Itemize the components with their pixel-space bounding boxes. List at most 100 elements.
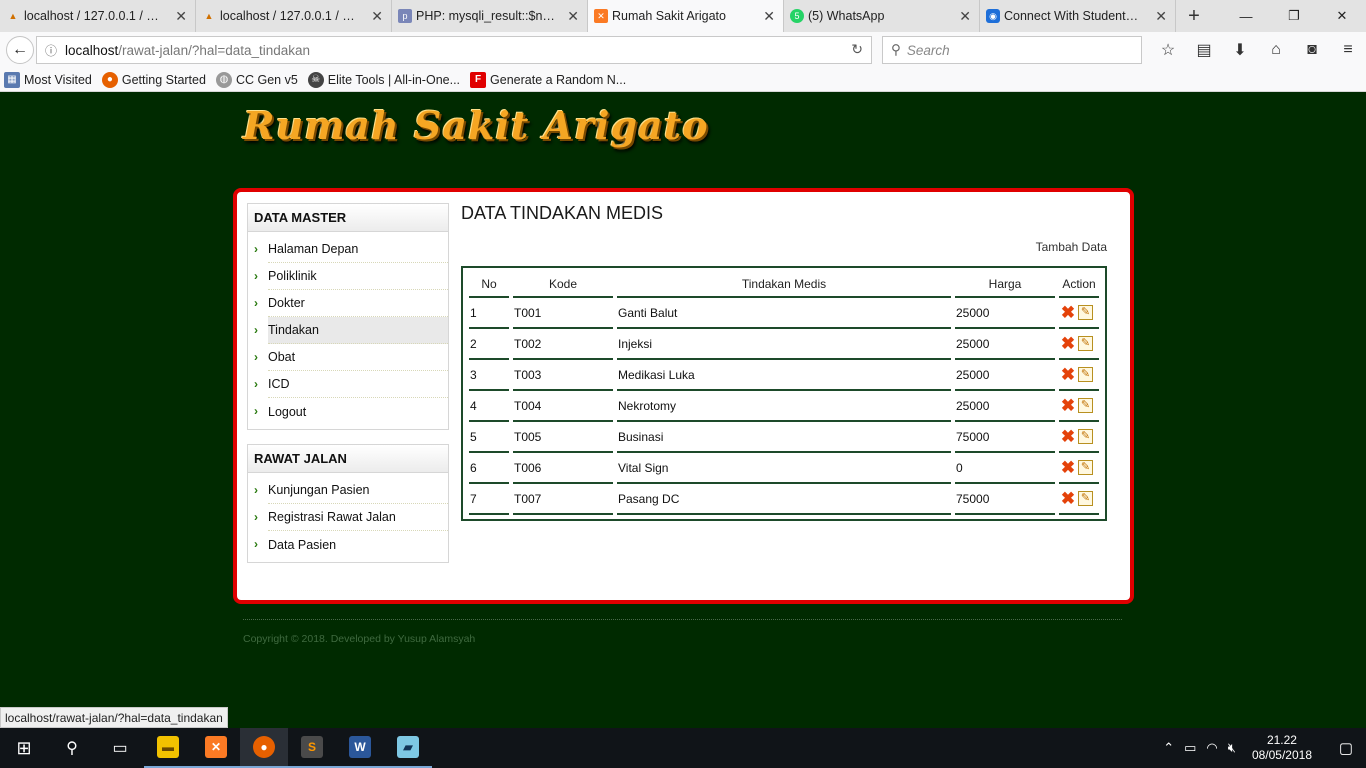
chevron-right-icon: › [254, 377, 258, 391]
chevron-up-icon[interactable]: ⌃ [1163, 740, 1174, 756]
close-icon[interactable]: ✕ [175, 8, 187, 25]
browser-tab[interactable]: ◉ Connect With Student… ✕ [980, 0, 1176, 32]
sidebar-item-logout[interactable]: › Logout [254, 398, 448, 425]
sidebar-item-label: Data Pasien [268, 537, 337, 552]
cell-kode: T006 [513, 453, 613, 484]
pocket-icon[interactable]: ◙ [1294, 32, 1330, 68]
reading-list-icon[interactable]: ▤ [1186, 32, 1222, 68]
bookmark-label: Most Visited [24, 72, 92, 87]
delete-icon[interactable]: ✖ [1060, 459, 1076, 476]
new-tab-button[interactable]: + [1176, 0, 1212, 32]
bookmark-item[interactable]: F Generate a Random N... [470, 71, 626, 88]
taskbar-sublime[interactable]: S [288, 728, 336, 768]
clock[interactable]: 21.22 08/05/2018 [1252, 733, 1312, 763]
search-input[interactable]: ⚲ Search [882, 36, 1142, 64]
minimize-icon[interactable]: — [1222, 0, 1270, 32]
cell-no: 1 [469, 298, 509, 329]
bookmark-item[interactable]: ☠ Elite Tools | All-in-One... [307, 71, 461, 88]
close-icon[interactable]: ✕ [567, 8, 579, 25]
bookmark-star-icon[interactable]: ☆ [1150, 32, 1186, 68]
cell-harga: 25000 [955, 298, 1055, 329]
url-path: /rawat-jalan/?hal=data_tindakan [118, 42, 311, 58]
column-header-no: No [469, 272, 509, 298]
taskbar-explorer[interactable]: ▬ [144, 728, 192, 768]
info-icon[interactable]: ⓘ [37, 42, 65, 59]
task-view-button[interactable]: ▭ [96, 728, 144, 768]
volume-mute-icon[interactable]: 🔇︎ [1228, 740, 1236, 756]
edit-icon[interactable]: ✎ [1078, 305, 1093, 320]
add-data-link[interactable]: Tambah Data [1036, 240, 1107, 254]
cell-tindakan: Pasang DC [617, 484, 951, 515]
search-button[interactable]: ⚲ [48, 728, 96, 768]
back-button[interactable]: ← [6, 36, 34, 64]
close-icon[interactable]: ✕ [1155, 8, 1167, 25]
cell-tindakan: Businasi [617, 422, 951, 453]
panel-title: RAWAT JALAN [248, 445, 448, 473]
bookmark-item[interactable]: ▦ Most Visited [4, 71, 92, 88]
bookmark-label: Elite Tools | All-in-One... [327, 72, 461, 87]
phpmyadmin-icon: ▲ [8, 11, 18, 21]
sidebar-item-halaman-depan[interactable]: › Halaman Depan [254, 236, 448, 263]
edit-icon[interactable]: ✎ [1078, 491, 1093, 506]
delete-icon[interactable]: ✖ [1060, 490, 1076, 507]
bookmark-item[interactable]: ● Getting Started [101, 71, 206, 88]
start-button[interactable]: ⊞ [0, 728, 48, 768]
sidebar-item-obat[interactable]: › Obat [254, 344, 448, 371]
delete-icon[interactable]: ✖ [1060, 428, 1076, 445]
taskbar-app[interactable]: ▰ [384, 728, 432, 768]
edit-icon[interactable]: ✎ [1078, 429, 1093, 444]
taskbar-xampp[interactable]: ✕ [192, 728, 240, 768]
delete-icon[interactable]: ✖ [1060, 335, 1076, 352]
close-window-icon[interactable]: ✕ [1318, 0, 1366, 32]
skull-icon: ☠ [307, 71, 324, 88]
delete-icon[interactable]: ✖ [1060, 366, 1076, 383]
link-status-bar: localhost/rawat-jalan/?hal=data_tindakan [0, 707, 228, 728]
site-logo[interactable]: Rumah Sakit Arigato [243, 103, 709, 148]
tab-label: localhost / 127.0.0.1 / … [220, 9, 355, 23]
edit-icon[interactable]: ✎ [1078, 367, 1093, 382]
browser-tab[interactable]: 5 (5) WhatsApp ✕ [784, 0, 980, 32]
bookmarks-bar: ▦ Most Visited ● Getting Started ◍ CC Ge… [0, 68, 1366, 92]
url-bar[interactable]: ⓘ localhost/rawat-jalan/?hal=data_tindak… [36, 36, 872, 64]
bookmark-item[interactable]: ◍ CC Gen v5 [215, 71, 298, 88]
restore-icon[interactable]: ❐ [1270, 0, 1318, 32]
edit-icon[interactable]: ✎ [1078, 460, 1093, 475]
cell-kode: T007 [513, 484, 613, 515]
bookmark-label: Getting Started [121, 72, 206, 87]
close-icon[interactable]: ✕ [763, 8, 775, 25]
sidebar-item-icd[interactable]: › ICD [254, 371, 448, 398]
search-icon: ⚲ [66, 740, 78, 757]
reload-icon[interactable]: ↻ [851, 41, 863, 58]
sidebar-item-data-pasien[interactable]: › Data Pasien [254, 531, 448, 558]
browser-tab[interactable]: ▲ localhost / 127.0.0.1 / … ✕ [196, 0, 392, 32]
sidebar-item-registrasi-rawat-jalan[interactable]: › Registrasi Rawat Jalan [254, 504, 448, 531]
home-icon[interactable]: ⌂ [1258, 32, 1294, 68]
table-header-row: No Kode Tindakan Medis Harga Action [469, 272, 1099, 298]
windows-logo-icon: ⊞ [16, 737, 32, 758]
browser-tab[interactable]: ▲ localhost / 127.0.0.1 / … ✕ [0, 0, 196, 32]
close-icon[interactable]: ✕ [371, 8, 383, 25]
sidebar-item-poliklinik[interactable]: › Poliklinik [254, 263, 448, 290]
edit-icon[interactable]: ✎ [1078, 336, 1093, 351]
column-header-harga: Harga [955, 272, 1055, 298]
notification-icon[interactable]: ▢ [1326, 739, 1366, 757]
delete-icon[interactable]: ✖ [1060, 304, 1076, 321]
cell-harga: 25000 [955, 360, 1055, 391]
browser-tab-active[interactable]: ✕ Rumah Sakit Arigato ✕ [588, 0, 784, 32]
wifi-icon[interactable]: ◠ [1206, 740, 1217, 756]
download-icon[interactable]: ⬇ [1222, 32, 1258, 68]
menu-icon[interactable]: ≡ [1330, 32, 1366, 68]
battery-icon[interactable]: ▭ [1184, 740, 1196, 756]
sidebar-item-kunjungan-pasien[interactable]: › Kunjungan Pasien [254, 477, 448, 504]
browser-tab[interactable]: p PHP: mysqli_result::$n… ✕ [392, 0, 588, 32]
delete-icon[interactable]: ✖ [1060, 397, 1076, 414]
sidebar-item-tindakan[interactable]: › Tindakan [254, 317, 448, 344]
edit-icon[interactable]: ✎ [1078, 398, 1093, 413]
sidebar-item-dokter[interactable]: › Dokter [254, 290, 448, 317]
sidebar-item-label: Kunjungan Pasien [268, 483, 370, 497]
taskbar-word[interactable]: W [336, 728, 384, 768]
menu-list: › Kunjungan Pasien › Registrasi Rawat Jala… [248, 473, 448, 562]
cell-kode: T005 [513, 422, 613, 453]
close-icon[interactable]: ✕ [959, 8, 971, 25]
taskbar-firefox[interactable]: ● [240, 728, 288, 768]
